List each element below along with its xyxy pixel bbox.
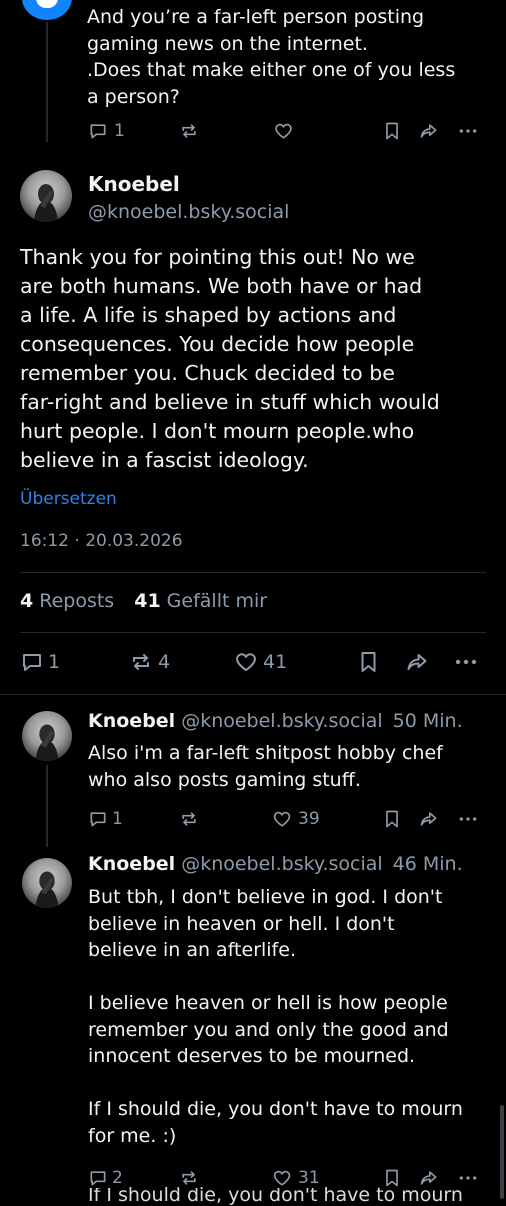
like-button[interactable]: 31 — [272, 1168, 320, 1188]
avatar-photo-icon — [34, 184, 58, 222]
thread-line — [46, 765, 48, 847]
more-options-button[interactable] — [458, 121, 478, 141]
heart-icon — [236, 653, 256, 671]
like-button[interactable]: 41 — [233, 650, 287, 674]
thread-line-top — [46, 22, 48, 142]
repost-icon — [182, 124, 196, 138]
more-options-button[interactable] — [454, 650, 478, 674]
repost-icon — [182, 1171, 196, 1185]
avatar-reply[interactable] — [22, 711, 72, 761]
divider — [20, 632, 486, 633]
avatar-top-post[interactable] — [22, 0, 72, 20]
more-dots-icon — [459, 817, 477, 821]
bookmark-button[interactable] — [359, 650, 378, 674]
post-text: Thank you for pointing this out! No we a… — [20, 245, 440, 472]
reply-button[interactable]: 1 — [20, 650, 60, 674]
reply-button[interactable]: 1 — [88, 809, 123, 829]
more-options-button[interactable] — [458, 809, 478, 829]
post-header: Knoebel @knoebel.bsky.social 46 Min. — [88, 853, 463, 875]
author-handle[interactable]: @knoebel.bsky.social — [181, 853, 382, 875]
reply-icon — [90, 124, 106, 139]
avatar-photo-icon — [35, 871, 59, 908]
reply-post: Knoebel @knoebel.bsky.social 50 Min. Als… — [0, 695, 506, 847]
post-time[interactable]: 50 Min. — [393, 710, 463, 732]
reply-icon — [90, 812, 106, 827]
repost-button[interactable] — [179, 809, 199, 829]
repost-icon — [182, 812, 196, 826]
translate-link[interactable]: Übersetzen — [20, 489, 117, 509]
top-post: And you’re a far-left person posting gam… — [0, 0, 506, 160]
repost-button[interactable] — [179, 1168, 199, 1188]
post-text: Also i'm a far-left shitpost hobby chef … — [88, 742, 443, 791]
author-handle[interactable]: @knoebel.bsky.social — [181, 710, 382, 732]
repost-button[interactable]: 4 — [128, 650, 170, 674]
author-display-name[interactable]: Knoebel — [88, 172, 180, 196]
heart-icon — [273, 1170, 291, 1186]
post-header: Knoebel @knoebel.bsky.social 50 Min. — [88, 710, 463, 732]
main-post: Knoebel @knoebel.bsky.social Thank you f… — [0, 160, 506, 690]
author-display-name[interactable]: Knoebel — [88, 710, 175, 732]
scrollbar[interactable] — [500, 1105, 504, 1199]
share-icon — [420, 812, 437, 826]
share-button[interactable] — [418, 1168, 440, 1188]
share-icon — [407, 654, 427, 670]
more-dots-icon — [459, 1176, 477, 1180]
avatar-main[interactable] — [20, 170, 72, 222]
reply-button[interactable]: 1 — [88, 121, 125, 141]
post-text: But tbh, I don't believe in god. I don't… — [88, 886, 463, 1147]
author-display-name[interactable]: Knoebel — [88, 853, 175, 875]
likes-stat[interactable]: 41 Gefällt mir — [134, 590, 267, 612]
divider — [20, 572, 486, 573]
more-dots-icon — [455, 659, 477, 665]
like-button[interactable] — [273, 121, 294, 141]
share-icon — [420, 124, 437, 138]
post-text: And you’re a far-left person posting gam… — [87, 6, 456, 108]
bookmark-button[interactable] — [384, 809, 400, 829]
like-button[interactable]: 39 — [272, 809, 320, 829]
bookmark-icon — [361, 652, 376, 672]
more-dots-icon — [459, 129, 477, 133]
post-timestamp[interactable]: 16:12 · 20.03.2026 — [20, 531, 183, 551]
share-button[interactable] — [418, 809, 440, 829]
bookmark-icon — [386, 122, 398, 140]
engagement-stats: 4 Reposts 41 Gefällt mir — [20, 590, 267, 612]
reply-post: Knoebel @knoebel.bsky.social 46 Min. But… — [0, 847, 506, 1206]
more-options-button[interactable] — [458, 1168, 478, 1188]
avatar-reply[interactable] — [22, 858, 72, 908]
reply-icon — [23, 654, 41, 671]
author-handle[interactable]: @knoebel.bsky.social — [88, 201, 289, 223]
repost-icon — [133, 654, 149, 670]
heart-icon — [275, 123, 292, 139]
reply-button[interactable]: 2 — [88, 1168, 123, 1188]
share-icon — [420, 1171, 437, 1185]
bookmark-icon — [386, 1169, 398, 1187]
reply-icon — [90, 1171, 106, 1186]
avatar-default-icon — [36, 0, 58, 8]
share-button[interactable] — [404, 650, 431, 674]
bookmark-button[interactable] — [384, 121, 400, 141]
heart-icon — [273, 811, 291, 827]
post-time[interactable]: 46 Min. — [393, 853, 463, 875]
reposts-stat[interactable]: 4 Reposts — [20, 590, 114, 612]
repost-button[interactable] — [179, 121, 199, 141]
bookmark-button[interactable] — [384, 1168, 400, 1188]
avatar-photo-icon — [35, 724, 59, 761]
bookmark-icon — [386, 810, 398, 828]
share-button[interactable] — [418, 121, 440, 141]
